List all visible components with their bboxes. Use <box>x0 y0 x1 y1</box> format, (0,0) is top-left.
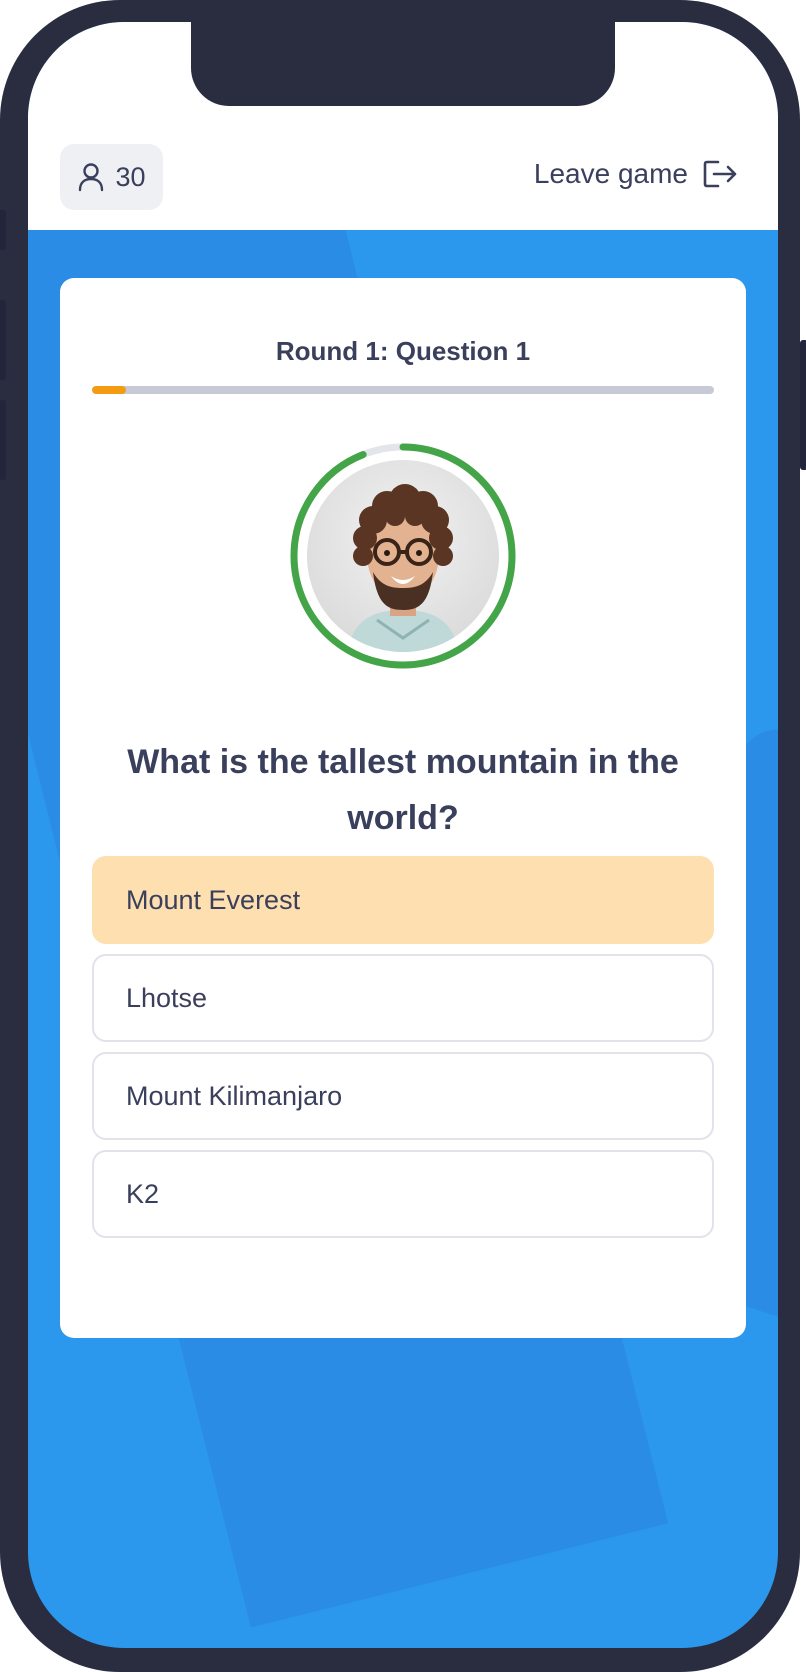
phone-side-button <box>0 300 6 380</box>
user-icon <box>79 163 104 192</box>
phone-frame: 30 Leave game Round 1: Question 1 What i… <box>0 0 806 1672</box>
phone-side-button <box>800 340 806 470</box>
leave-game-button[interactable]: Leave game <box>534 158 738 190</box>
answer-option[interactable]: Mount Everest <box>92 856 714 944</box>
answer-option-label: Mount Everest <box>126 884 301 915</box>
answer-option-label: Mount Kilimanjaro <box>126 1080 343 1111</box>
answer-option[interactable]: Mount Kilimanjaro <box>92 1052 714 1140</box>
exit-icon <box>703 160 737 188</box>
answer-option-label: Lhotse <box>126 982 208 1013</box>
player-count-badge: 30 <box>60 144 163 210</box>
question-progress-bar <box>92 386 714 394</box>
question-text: What is the tallest mountain in the worl… <box>127 743 679 837</box>
answer-option-label: K2 <box>126 1178 160 1209</box>
host-portrait <box>307 460 499 652</box>
player-count: 30 <box>115 161 146 192</box>
phone-side-button <box>0 400 6 480</box>
countdown-timer <box>283 436 523 676</box>
phone-side-button <box>0 210 6 250</box>
phone-notch <box>191 22 615 106</box>
app-screen: 30 Leave game Round 1: Question 1 What i… <box>28 22 778 1648</box>
question-card: Round 1: Question 1 What is the tallest … <box>60 278 746 1338</box>
question-progress-fill <box>92 386 127 394</box>
answer-option[interactable]: Lhotse <box>92 954 714 1042</box>
leave-game-label: Leave game <box>533 158 688 189</box>
answer-option[interactable]: K2 <box>92 1150 714 1238</box>
round-title: Round 1: Question 1 <box>275 336 531 366</box>
host-avatar <box>307 460 499 652</box>
